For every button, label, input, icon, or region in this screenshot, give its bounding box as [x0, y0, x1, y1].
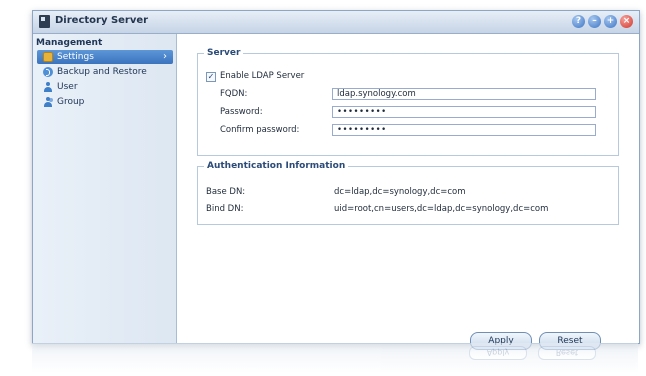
help-icon[interactable]: ? [572, 15, 585, 28]
fqdn-label: FQDN: [220, 89, 248, 99]
settings-panel: Server ✓ Enable LDAP Server FQDN: Passwo… [177, 34, 639, 350]
server-legend: Server [207, 48, 241, 58]
sidebar-item-label: Settings [57, 52, 94, 62]
chevron-right-icon: › [163, 51, 167, 62]
backup-restore-icon [43, 67, 53, 77]
reset-button-reflection: Reset [538, 346, 596, 360]
fqdn-input[interactable] [332, 88, 596, 100]
server-fieldset: Server ✓ Enable LDAP Server FQDN: Passwo… [197, 48, 619, 156]
confirm-password-input[interactable] [332, 124, 596, 136]
window-reflection: Apply Reset [32, 343, 638, 373]
password-input[interactable] [332, 106, 596, 118]
window-controls: ? – + × [572, 15, 633, 28]
base-dn-label: Base DN: [206, 187, 246, 197]
sidebar-item-label: User [57, 82, 78, 92]
authentication-legend: Authentication Information [207, 161, 346, 171]
enable-ldap-label: Enable LDAP Server [220, 71, 305, 81]
close-icon[interactable]: × [620, 15, 633, 28]
maximize-icon[interactable]: + [604, 15, 617, 28]
title-bar[interactable]: Directory Server ? – + × [33, 11, 639, 34]
sidebar-header: Management [36, 38, 103, 48]
sidebar-item-user[interactable]: User [37, 80, 173, 94]
settings-icon [43, 52, 53, 62]
apply-button-reflection: Apply [469, 346, 527, 360]
authentication-fieldset: Authentication Information Base DN: dc=l… [197, 161, 619, 225]
directory-server-icon [39, 15, 50, 28]
sidebar-item-label: Backup and Restore [57, 67, 147, 77]
window-title: Directory Server [55, 15, 149, 26]
sidebar-item-backup-restore[interactable]: Backup and Restore [37, 65, 173, 79]
sidebar-item-label: Group [57, 97, 85, 107]
password-label: Password: [220, 107, 263, 117]
sidebar: Management Settings › Backup and Restore… [33, 34, 177, 343]
directory-server-window: Directory Server ? – + × Management Sett… [32, 10, 640, 350]
minimize-icon[interactable]: – [588, 15, 601, 28]
base-dn-value: dc=ldap,dc=synology,dc=com [334, 187, 466, 197]
sidebar-item-group[interactable]: Group [37, 95, 173, 109]
sidebar-item-settings[interactable]: Settings › [37, 50, 173, 64]
bind-dn-value: uid=root,cn=users,dc=ldap,dc=synology,dc… [334, 204, 549, 214]
bind-dn-label: Bind DN: [206, 204, 244, 214]
enable-ldap-checkbox[interactable]: ✓ [206, 72, 216, 82]
confirm-password-label: Confirm password: [220, 125, 300, 135]
user-icon [43, 82, 53, 92]
group-icon [43, 97, 53, 107]
